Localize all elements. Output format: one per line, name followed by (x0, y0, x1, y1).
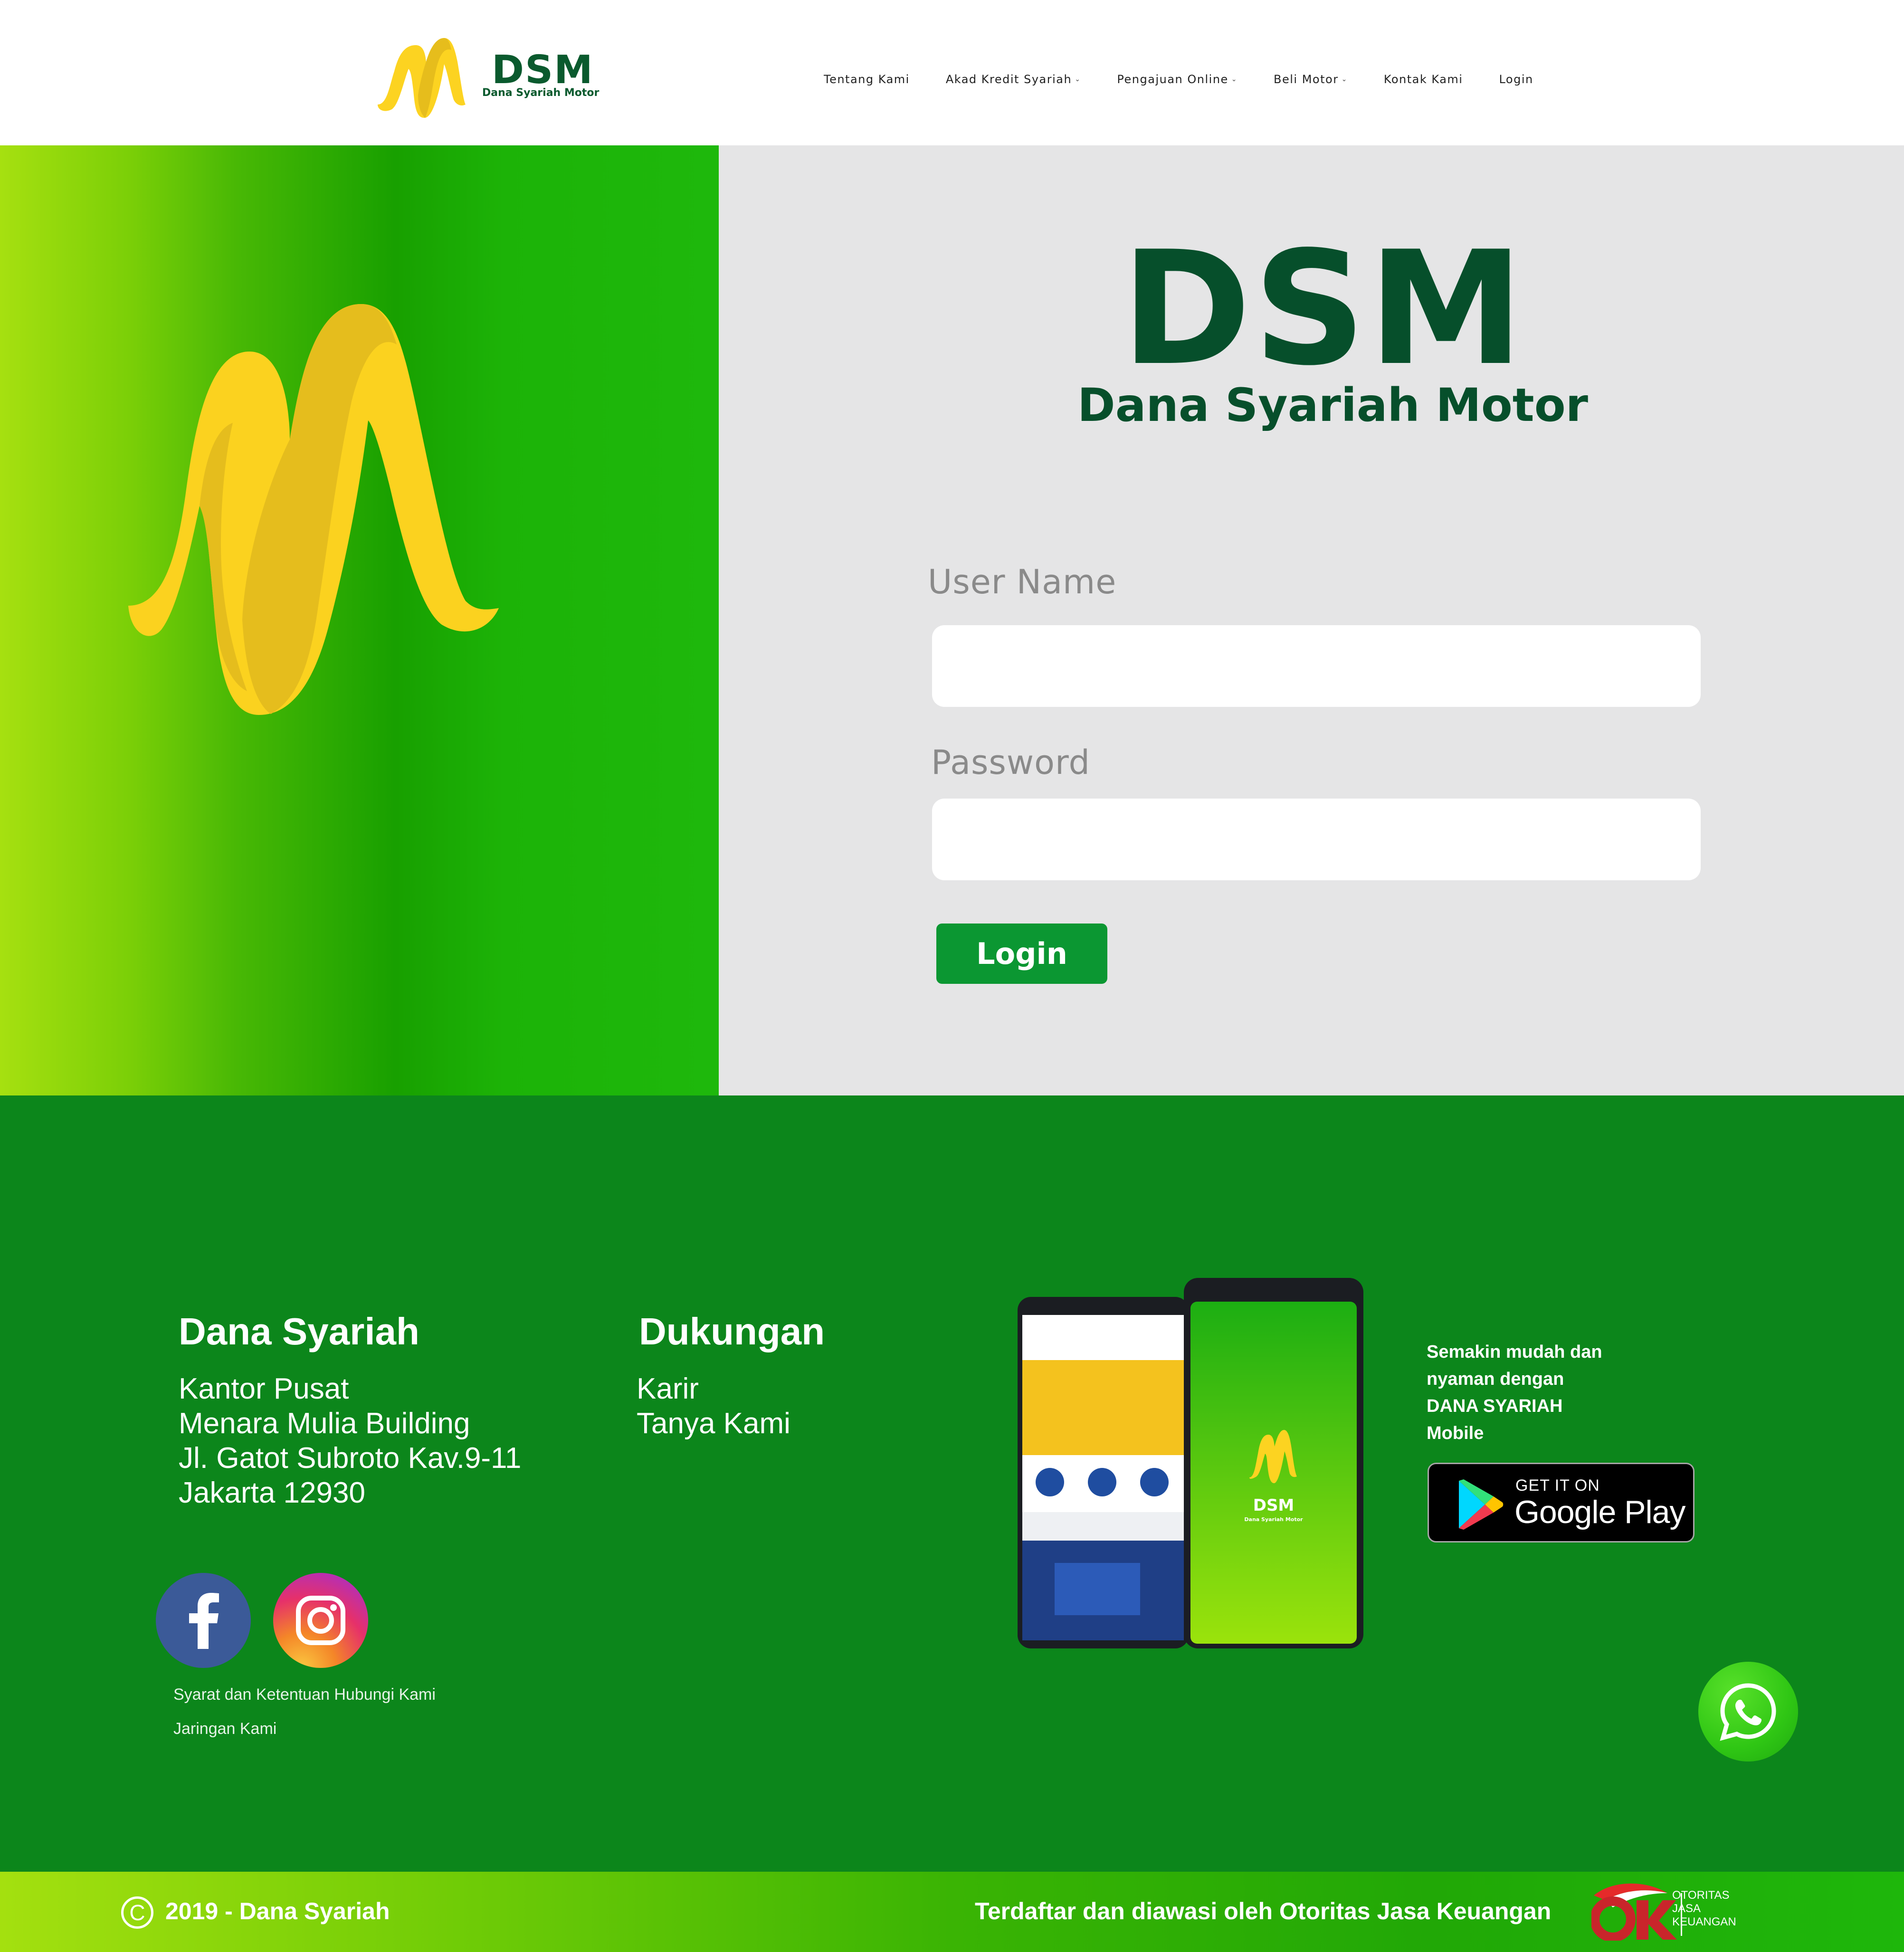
whatsapp-button[interactable] (1698, 1662, 1798, 1762)
footer-dana-syariah-title: Dana Syariah (179, 1310, 419, 1352)
address-line: Menara Mulia Building (179, 1407, 470, 1440)
phone-brand-name: DSM (1253, 1496, 1295, 1515)
site-header: DSM Dana Syariah Motor Tentang Kami Akad… (0, 0, 1904, 145)
main-nav: Tentang Kami Akad Kredit Syariah ⌄ Pengaj… (824, 69, 1533, 90)
nav-akad-kredit-syariah[interactable]: Akad Kredit Syariah ⌄ (946, 73, 1081, 86)
whatsapp-icon (1720, 1683, 1776, 1741)
nav-label: Akad Kredit Syariah (945, 73, 1072, 86)
store-badge-small: GET IT ON (1515, 1476, 1600, 1495)
chevron-down-icon: ⌄ (1231, 76, 1238, 83)
promo-line: nyaman dengan (1427, 1369, 1564, 1389)
nav-kontak-kami[interactable]: Kontak Kami (1384, 73, 1463, 86)
brand-logo[interactable]: DSM Dana Syariah Motor (373, 33, 599, 124)
footer-link-tanya-kami[interactable]: Tanya Kami (637, 1409, 790, 1438)
promo-line: Mobile (1427, 1423, 1484, 1443)
nav-label: Kontak Kami (1383, 73, 1463, 86)
dsm-m-logo-icon (378, 38, 466, 118)
nav-tentang-kami[interactable]: Tentang Kami (824, 73, 910, 86)
promo-line: Semakin mudah dan (1427, 1342, 1602, 1362)
footer-link-karir[interactable]: Karir (637, 1374, 699, 1404)
ojk-word: KEUANGAN (1672, 1915, 1736, 1928)
address-line: Kantor Pusat (179, 1372, 349, 1405)
ojk-word: OTORITAS (1672, 1889, 1730, 1902)
login-button[interactable]: Login (936, 924, 1107, 984)
footer-dukungan-title: Dukungan (639, 1310, 825, 1352)
brand-tagline: Dana Syariah Motor (482, 87, 600, 99)
nav-pengajuan-online[interactable]: Pengajuan Online ⌄ (1117, 73, 1238, 86)
nav-label: Tentang Kami (824, 73, 910, 86)
username-label: User Name (928, 562, 1117, 601)
facebook-button[interactable] (156, 1573, 251, 1668)
login-subtitle: Dana Syariah Motor (1077, 379, 1588, 432)
nav-beli-motor[interactable]: Beli Motor ⌄ (1274, 73, 1348, 86)
address-line: Jakarta 12930 (179, 1476, 365, 1509)
chevron-down-icon: ⌄ (1075, 76, 1081, 83)
nav-label: Pengajuan Online (1117, 73, 1228, 86)
ojk-words: OTORITAS JASA KEUANGAN (1672, 1889, 1736, 1929)
instagram-icon (296, 1596, 345, 1645)
nav-login[interactable]: Login (1499, 73, 1533, 86)
promo-line: DANA SYARIAH (1427, 1396, 1563, 1416)
username-input[interactable] (932, 625, 1701, 707)
footer-small-links[interactable]: Syarat dan Ketentuan Hubungi Kami (173, 1686, 436, 1703)
ojk-word: JASA (1672, 1902, 1701, 1915)
login-title: DSM (1121, 218, 1526, 400)
facebook-icon (189, 1593, 219, 1649)
app-phones-image: DSM Dana Syariah Motor (1018, 1278, 1363, 1648)
nav-label: Beli Motor (1274, 73, 1339, 86)
address-line: Jl. Gatot Subroto Kav.9-11 (179, 1442, 522, 1475)
copyright-text: 2019 - Dana Syariah (165, 1898, 390, 1924)
password-label: Password (931, 743, 1090, 782)
footer-jaringan-kami-link[interactable]: Jaringan Kami (173, 1721, 276, 1737)
phone-brand-tagline: Dana Syariah Motor (1244, 1516, 1303, 1523)
regulator-text: Terdaftar dan diawasi oleh Otoritas Jasa… (975, 1898, 1552, 1924)
store-badge-big: Google Play (1514, 1494, 1685, 1530)
dsm-m-large-logo-icon (128, 304, 499, 715)
chevron-down-icon: ⌄ (1341, 76, 1348, 83)
password-input[interactable] (932, 799, 1701, 880)
brand-name: DSM (492, 48, 594, 93)
app-promo-text: Semakin mudah dan nyaman dengan DANA SYA… (1427, 1339, 1626, 1447)
google-play-badge[interactable]: GET IT ON Google Play (1428, 1463, 1695, 1543)
google-play-icon (1459, 1479, 1504, 1530)
instagram-button[interactable] (273, 1573, 368, 1668)
nav-label: Login (1499, 73, 1533, 86)
copyright-icon: C (121, 1896, 153, 1929)
